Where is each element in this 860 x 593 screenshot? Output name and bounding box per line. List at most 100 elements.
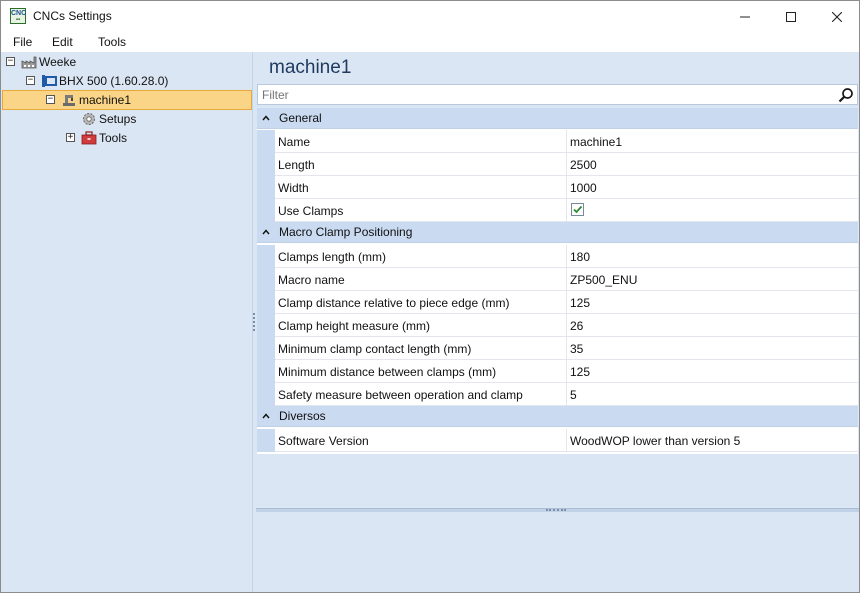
property-row-min-contact-length[interactable]: Minimum clamp contact length (mm) 35 bbox=[257, 337, 858, 360]
property-value[interactable]: ZP500_ENU bbox=[570, 273, 637, 287]
property-value[interactable]: 125 bbox=[570, 296, 590, 310]
checkmark-icon bbox=[573, 205, 583, 214]
collapse-toggle-machine1[interactable]: − bbox=[46, 95, 55, 104]
property-row-software-version[interactable]: Software Version WoodWOP lower than vers… bbox=[257, 429, 858, 452]
row-gutter bbox=[257, 130, 275, 153]
property-name: Clamps length (mm) bbox=[278, 250, 387, 264]
machine-tree: − Weeke − BHX 500 (1.60.28.0) − machine1 bbox=[1, 52, 252, 592]
property-row-clamps-length[interactable]: Clamps length (mm) 180 bbox=[257, 245, 858, 268]
category-macro-clamp-positioning[interactable]: Macro Clamp Positioning bbox=[257, 222, 858, 243]
machine-icon bbox=[61, 92, 77, 108]
collapse-toggle-bhx500[interactable]: − bbox=[26, 76, 35, 85]
property-name: Clamp height measure (mm) bbox=[278, 319, 431, 333]
filter-box[interactable] bbox=[257, 84, 858, 105]
cnc-app-icon: CNC ▪▪ bbox=[10, 8, 27, 24]
collapse-caret-icon[interactable] bbox=[257, 413, 275, 419]
close-button[interactable] bbox=[814, 1, 860, 32]
maximize-button[interactable] bbox=[768, 1, 814, 32]
row-gutter bbox=[257, 268, 275, 291]
tree-node-setups[interactable]: Setups bbox=[81, 109, 136, 128]
tree-node-label: Tools bbox=[99, 130, 128, 145]
column-divider bbox=[566, 130, 567, 153]
minimize-button[interactable] bbox=[722, 1, 768, 32]
column-divider bbox=[566, 291, 567, 314]
property-value[interactable]: 180 bbox=[570, 250, 590, 264]
row-gutter bbox=[257, 360, 275, 383]
category-general[interactable]: General bbox=[257, 108, 858, 129]
title-bar[interactable]: CNC ▪▪ CNCs Settings bbox=[1, 1, 859, 32]
row-gutter bbox=[257, 314, 275, 337]
property-value[interactable]: machine1 bbox=[570, 135, 622, 149]
collapse-caret-icon[interactable] bbox=[257, 115, 275, 121]
row-gutter bbox=[257, 337, 275, 360]
property-name: Minimum distance between clamps (mm) bbox=[278, 365, 497, 379]
collapse-caret-icon[interactable] bbox=[257, 229, 275, 235]
property-name: Minimum clamp contact length (mm) bbox=[278, 342, 472, 356]
tree-node-label: Weeke bbox=[39, 54, 77, 69]
property-value[interactable]: 2500 bbox=[570, 158, 597, 172]
category-label: Macro Clamp Positioning bbox=[279, 225, 413, 239]
tree-node-machine1[interactable]: − machine1 bbox=[46, 90, 131, 109]
property-row-length[interactable]: Length 2500 bbox=[257, 153, 858, 176]
column-divider bbox=[566, 337, 567, 360]
tree-node-bhx500[interactable]: − BHX 500 (1.60.28.0) bbox=[26, 71, 168, 90]
window-title: CNCs Settings bbox=[33, 9, 112, 23]
menu-file[interactable]: File bbox=[13, 35, 32, 49]
search-icon[interactable] bbox=[838, 87, 854, 103]
tree-node-label: machine1 bbox=[79, 92, 132, 107]
collapse-toggle-weeke[interactable]: − bbox=[6, 57, 15, 66]
column-divider bbox=[566, 383, 567, 406]
machine-type-icon bbox=[41, 73, 57, 89]
row-gutter bbox=[257, 199, 275, 222]
row-gutter bbox=[257, 291, 275, 314]
row-gutter bbox=[257, 383, 275, 406]
row-gutter bbox=[257, 153, 275, 176]
property-row-use-clamps[interactable]: Use Clamps bbox=[257, 199, 858, 222]
menu-edit[interactable]: Edit bbox=[52, 35, 73, 49]
property-name: Macro name bbox=[278, 273, 345, 287]
category-label: Diversos bbox=[279, 409, 326, 423]
column-divider bbox=[566, 429, 567, 452]
property-row-min-distance[interactable]: Minimum distance between clamps (mm) 125 bbox=[257, 360, 858, 383]
property-name: Length bbox=[278, 158, 315, 172]
splitter-grip-icon bbox=[546, 509, 566, 511]
toolbox-icon bbox=[81, 130, 97, 146]
property-name: Clamp distance relative to piece edge (m… bbox=[278, 296, 510, 310]
property-row-name[interactable]: Name machine1 bbox=[257, 130, 858, 153]
property-value[interactable]: 35 bbox=[570, 342, 583, 356]
category-diversos[interactable]: Diversos bbox=[257, 406, 858, 427]
column-divider bbox=[566, 314, 567, 337]
property-row-width[interactable]: Width 1000 bbox=[257, 176, 858, 199]
splitter-grip-icon bbox=[253, 313, 255, 331]
property-value[interactable]: 26 bbox=[570, 319, 583, 333]
property-name: Software Version bbox=[278, 434, 369, 448]
column-divider bbox=[566, 245, 567, 268]
column-divider bbox=[566, 268, 567, 291]
property-row-clamp-distance[interactable]: Clamp distance relative to piece edge (m… bbox=[257, 291, 858, 314]
tree-node-tools[interactable]: + Tools bbox=[66, 128, 127, 147]
minimize-icon bbox=[740, 16, 750, 17]
property-row-macro-name[interactable]: Macro name ZP500_ENU bbox=[257, 268, 858, 291]
property-value[interactable]: 5 bbox=[570, 388, 577, 402]
app-window: CNC ▪▪ CNCs Settings File Edit Tools − We… bbox=[0, 0, 860, 593]
property-row-safety-measure[interactable]: Safety measure between operation and cla… bbox=[257, 383, 858, 406]
tree-node-label: BHX 500 (1.60.28.0) bbox=[59, 73, 169, 88]
expand-toggle-tools[interactable]: + bbox=[66, 133, 75, 142]
tree-node-weeke[interactable]: − Weeke bbox=[6, 52, 76, 71]
row-gutter bbox=[257, 176, 275, 199]
category-label: General bbox=[279, 111, 322, 125]
menu-tools[interactable]: Tools bbox=[98, 35, 126, 49]
row-gutter bbox=[257, 429, 275, 452]
factory-icon bbox=[21, 54, 37, 70]
filter-input[interactable] bbox=[262, 87, 832, 102]
gear-icon bbox=[81, 111, 97, 127]
property-value[interactable]: 125 bbox=[570, 365, 590, 379]
property-value[interactable]: WoodWOP lower than version 5 bbox=[570, 434, 740, 448]
column-divider bbox=[566, 360, 567, 383]
property-name: Name bbox=[278, 135, 311, 149]
property-name: Safety measure between operation and cla… bbox=[278, 388, 523, 402]
property-value[interactable]: 1000 bbox=[570, 181, 597, 195]
use-clamps-checkbox[interactable] bbox=[571, 203, 584, 216]
property-row-clamp-height[interactable]: Clamp height measure (mm) 26 bbox=[257, 314, 858, 337]
property-name: Width bbox=[278, 181, 309, 195]
